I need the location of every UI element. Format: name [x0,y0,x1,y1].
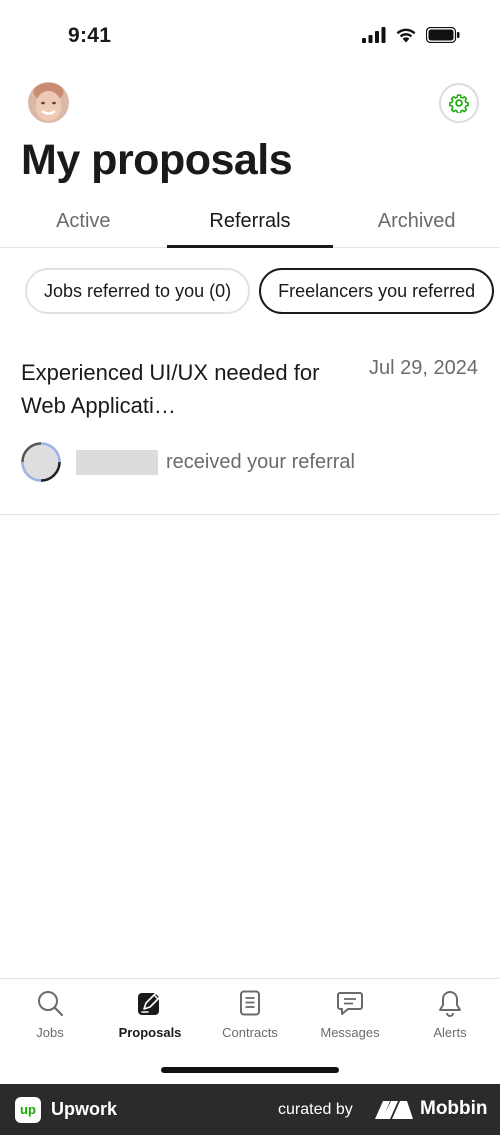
nav-item-contracts[interactable]: Contracts [200,989,300,1040]
referral-list-item[interactable]: Experienced UI/UX needed for Web Applica… [0,340,500,515]
filter-chip-jobs-referred[interactable]: Jobs referred to you (0) [25,268,251,314]
curated-by-text: curated by [278,1101,353,1118]
messages-icon [337,992,363,1015]
filter-chips: Jobs referred to you (0) Freelancers you … [25,268,500,316]
nav-item-jobs[interactable]: Jobs [0,989,100,1040]
status-time: 9:41 [68,24,112,47]
profile-avatar[interactable] [28,82,69,123]
contracts-icon [240,990,260,1016]
settings-button[interactable] [439,83,479,123]
wifi-icon [396,28,416,43]
nav-item-proposals[interactable]: Proposals [100,989,200,1040]
nav-label-proposals: Proposals [118,1025,182,1040]
referral-status-text: received your referral [166,450,355,473]
proposal-tabs: Active Referrals Archived [0,200,500,248]
upwork-logo-icon: up [15,1097,41,1123]
bottom-nav: Jobs Proposals Contracts Messages Alerts [0,978,500,1084]
nav-item-messages[interactable]: Messages [300,989,400,1040]
proposals-icon [138,992,161,1015]
attribution-bar: up Upwork curated by Mobbin [0,1084,500,1135]
tab-active[interactable]: Active [0,200,167,247]
tab-archived[interactable]: Archived [333,200,500,247]
gear-icon [449,94,469,113]
nav-label-jobs: Jobs [36,1025,64,1040]
nav-label-alerts: Alerts [433,1025,467,1040]
home-indicator [161,1067,339,1073]
signal-icon [362,27,386,43]
page-title: My proposals [21,136,293,184]
mobbin-brand-text: Mobbin [420,1098,488,1119]
nav-item-alerts[interactable]: Alerts [400,989,500,1040]
bell-icon [439,991,461,1017]
freelancer-name-placeholder [76,449,158,475]
nav-label-contracts: Contracts [222,1025,278,1040]
battery-icon [426,27,460,43]
mobbin-logo-icon [375,1101,413,1119]
nav-label-messages: Messages [320,1025,380,1040]
referral-status: received your referral [21,442,355,482]
filter-chip-freelancers-referred[interactable]: Freelancers you referred [259,268,495,314]
status-bar: 9:41 [0,0,500,72]
status-icons [362,27,460,43]
search-icon [38,991,64,1017]
freelancer-avatar [21,442,61,482]
tab-referrals[interactable]: Referrals [166,200,334,248]
referral-date: Jul 29, 2024 [369,357,478,379]
job-title: Experienced UI/UX needed for Web Applica… [21,360,320,418]
upwork-brand-text: Upwork [51,1099,118,1119]
